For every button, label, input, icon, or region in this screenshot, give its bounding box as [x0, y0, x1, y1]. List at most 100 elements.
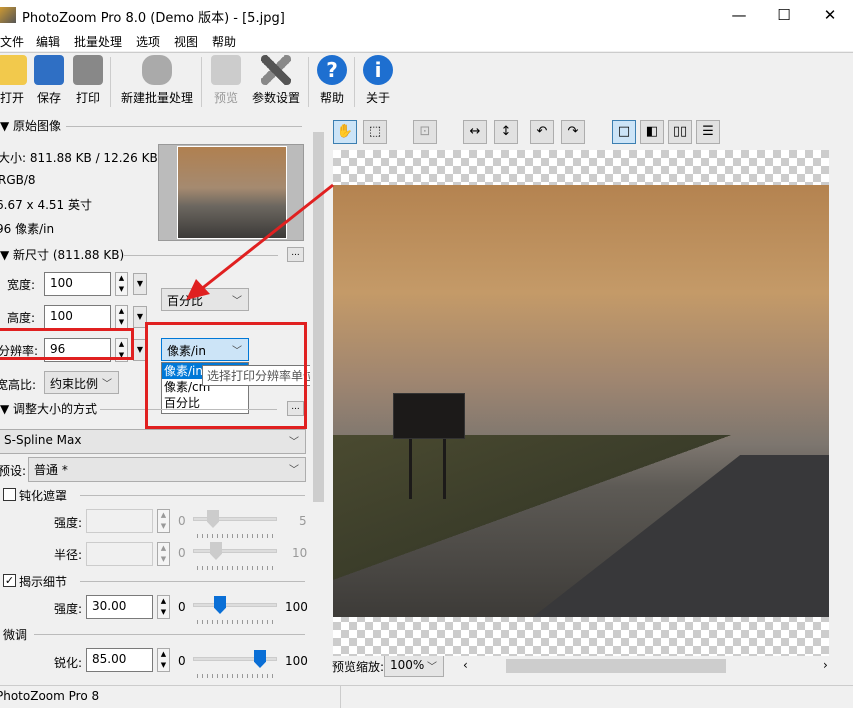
max-label: 100 — [285, 600, 308, 614]
toolbar: 打开 保存 打印 新建批量处理 预览 参数设置 ? 帮助 i 关于 — [0, 52, 853, 110]
thumbnail[interactable] — [158, 144, 304, 241]
slider-thumb[interactable] — [214, 596, 226, 614]
scroll-left-button[interactable]: ‹ — [463, 658, 468, 672]
dimensions: 6.67 x 4.51 英寸 — [0, 198, 92, 212]
select-tool-button[interactable]: ⬚ — [363, 120, 387, 144]
single-view-button[interactable]: □ — [612, 120, 636, 144]
unsharp-strength-label: 强度: — [54, 516, 83, 530]
rotate-left-button[interactable]: ↶ — [530, 120, 554, 144]
aspect-select[interactable]: 约束比例 ﹀ — [44, 371, 119, 394]
preview-image[interactable] — [333, 185, 829, 617]
menu-edit[interactable]: 编辑 — [36, 33, 60, 50]
sharpen-input[interactable]: 85.00 — [86, 648, 153, 672]
flip-horizontal-button[interactable]: ↔ — [463, 120, 487, 144]
reveal-detail-label: 揭示细节 — [19, 575, 68, 589]
detail-strength-slider[interactable] — [193, 603, 277, 607]
preview-icon — [211, 55, 241, 85]
color-mode: RGB/8 — [0, 173, 36, 187]
status-text: PhotoZoom Pro 8 — [0, 689, 100, 703]
minimize-button[interactable]: — — [716, 0, 762, 31]
original-image-header[interactable]: ▼ 原始图像 — [0, 117, 61, 134]
new-batch-button[interactable]: 新建批量处理 — [118, 55, 196, 106]
highlight-box-unit — [145, 322, 307, 429]
detail-strength-spinner[interactable]: ▲ ▼ — [157, 595, 170, 619]
preview-vscroll[interactable] — [830, 150, 850, 660]
help-icon: ? — [317, 55, 347, 85]
road-sign — [393, 393, 465, 439]
panel-scrollbar[interactable] — [311, 112, 326, 684]
unsharp-radius-label: 半径: — [54, 548, 83, 562]
unsharp-checkbox[interactable] — [3, 488, 16, 501]
stacked-view-button[interactable]: ☰ — [696, 120, 720, 144]
detail-strength-label: 强度: — [54, 602, 83, 616]
unsharp-radius-input[interactable] — [86, 542, 153, 566]
open-button[interactable]: 打开 — [0, 55, 30, 106]
about-button[interactable]: i 关于 — [362, 55, 394, 106]
database-gear-icon — [142, 55, 172, 85]
unsharp-radius-spinner[interactable]: ▲ ▼ — [157, 542, 170, 566]
scroll-right-button[interactable]: › — [823, 658, 828, 672]
unsharp-strength-slider[interactable] — [193, 517, 277, 521]
max-label: 10 — [292, 546, 308, 560]
sharpen-label: 锐化: — [54, 656, 83, 670]
side-by-side-button[interactable]: ▯▯ — [668, 120, 692, 144]
unsharp-label: 钝化遮罩 — [19, 489, 68, 503]
size-unit-select[interactable]: 百分比 ﹀ — [161, 288, 249, 311]
settings-button[interactable]: 参数设置 — [250, 55, 302, 106]
min-label: 0 — [178, 546, 186, 560]
new-size-more-button[interactable]: ... — [287, 247, 304, 262]
reveal-detail-checkbox[interactable]: ✓ — [3, 574, 16, 587]
menu-help[interactable]: 帮助 — [212, 33, 236, 50]
preset-label: 预设: — [0, 464, 27, 478]
width-label: 宽度: — [7, 278, 36, 292]
aspect-label: 宽高比: — [0, 378, 37, 392]
sharpen-spinner[interactable]: ▲ ▼ — [157, 648, 170, 672]
info-icon: i — [363, 55, 393, 85]
print-button[interactable]: 打印 — [72, 55, 104, 106]
width-input[interactable]: 100 — [44, 272, 111, 296]
printer-icon — [73, 55, 103, 85]
new-size-header[interactable]: ▼ 新尺寸 (811.88 KB) — [0, 246, 124, 263]
file-size: 大小: 811.88 KB / 12.26 KB — [0, 151, 158, 165]
finetune-header: 微调 — [3, 628, 28, 642]
flip-vertical-button[interactable]: ↕ — [494, 120, 518, 144]
unsharp-radius-slider[interactable] — [193, 549, 277, 553]
help-button[interactable]: ? 帮助 — [316, 55, 348, 106]
menu-options[interactable]: 选项 — [136, 33, 160, 50]
slider-thumb[interactable] — [207, 510, 219, 528]
resize-method-header[interactable]: ▼ 调整大小的方式 — [0, 400, 97, 417]
tools-icon — [261, 55, 291, 85]
unsharp-strength-spinner[interactable]: ▲ ▼ — [157, 509, 170, 533]
app-icon — [0, 7, 16, 23]
open-folder-icon — [0, 55, 27, 85]
slider-thumb[interactable] — [210, 542, 222, 560]
split-view-button[interactable]: ◧ — [640, 120, 664, 144]
height-spinner[interactable]: ▲ ▼ — [115, 305, 128, 329]
max-label: 5 — [299, 514, 307, 528]
chevron-down-icon: ﹀ — [232, 296, 242, 307]
unsharp-strength-input[interactable] — [86, 509, 153, 533]
save-button[interactable]: 保存 — [33, 55, 65, 106]
menu-batch[interactable]: 批量处理 — [74, 33, 122, 50]
window-title: PhotoZoom Pro 8.0 (Demo 版本) - [5.jpg] — [22, 11, 285, 26]
width-spinner[interactable]: ▲ ▼ — [115, 272, 128, 296]
preview-hscroll-thumb[interactable] — [506, 659, 726, 673]
preset-select[interactable]: 普通 * ﹀ — [28, 457, 306, 482]
menu-file[interactable]: 文件 — [0, 33, 24, 50]
hand-tool-button[interactable]: ✋ — [333, 120, 357, 144]
height-input[interactable]: 100 — [44, 305, 111, 329]
detail-strength-input[interactable]: 30.00 — [86, 595, 153, 619]
preview-button[interactable]: 预览 — [210, 55, 242, 106]
crop-button[interactable]: ⊡ — [413, 120, 437, 144]
close-button[interactable]: ✕ — [807, 0, 853, 31]
min-label: 0 — [178, 514, 186, 528]
scrollbar-thumb[interactable] — [313, 132, 324, 502]
rotate-right-button[interactable]: ↷ — [561, 120, 585, 144]
width-menu-button[interactable]: ▼ — [133, 273, 147, 295]
menu-view[interactable]: 视图 — [174, 33, 198, 50]
slider-thumb[interactable] — [254, 650, 266, 668]
zoom-select[interactable]: 100% ﹀ — [384, 654, 444, 677]
maximize-button[interactable]: ☐ — [761, 0, 807, 31]
original-resolution: 96 像素/in — [0, 222, 55, 236]
method-select[interactable]: S-Spline Max ﹀ — [0, 429, 306, 454]
